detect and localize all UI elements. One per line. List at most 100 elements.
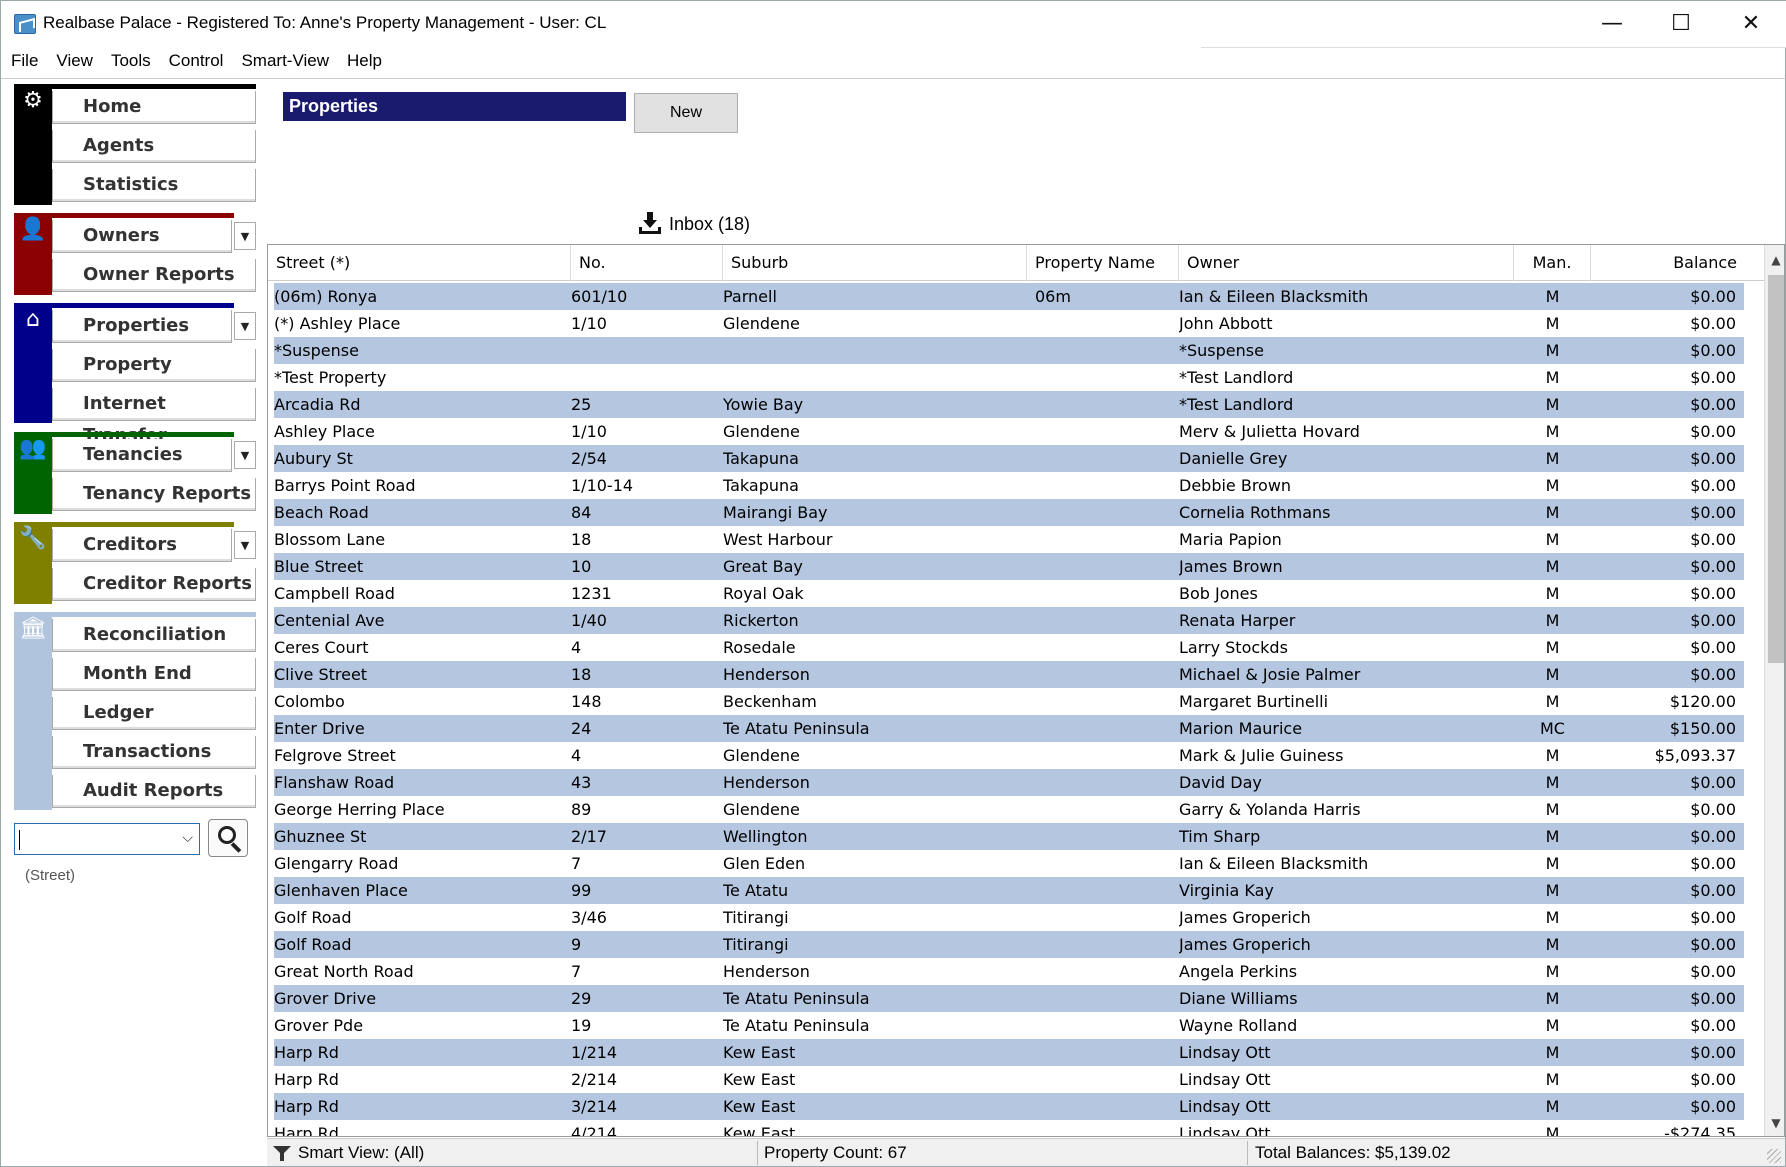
table-row[interactable]: Felgrove Street 4 Glendene Mark & Julie Gui…	[274, 742, 1744, 769]
menu-help[interactable]: Help	[339, 49, 390, 73]
inbox-link[interactable]: Inbox (18)	[639, 212, 750, 235]
column-header-owner[interactable]: Owner	[1179, 245, 1514, 281]
table-row[interactable]: Harp Rd 2/214 Kew East Lindsay Ott M $0.00	[274, 1066, 1744, 1093]
sidebar-item-property-reports[interactable]: Property Reports	[52, 349, 256, 407]
scroll-up-icon[interactable]: ▲	[1765, 249, 1784, 271]
table-row[interactable]: Ghuznee St 2/17 Wellington Tim Sharp M $0.00	[274, 823, 1744, 850]
sidebar-item-internet-transfer[interactable]: Internet Transfer	[52, 388, 256, 446]
cell-balance: $5,093.37	[1654, 746, 1736, 765]
table-row[interactable]: (06m) Ronya 601/10 Parnell 06m Ian & Eileen …	[274, 283, 1744, 310]
sidebar-item-reconciliation[interactable]: Reconciliation	[52, 619, 256, 652]
table-row[interactable]: Ceres Court 4 Rosedale Larry Stockds M $0.00	[274, 634, 1744, 661]
sidebar-item-creditor-reports[interactable]: Creditor Reports	[52, 568, 256, 601]
table-row[interactable]: Harp Rd 1/214 Kew East Lindsay Ott M $0.00	[274, 1039, 1744, 1066]
cell-suburb: Kew East	[723, 1124, 796, 1137]
scroll-down-icon[interactable]: ▼	[1765, 1112, 1784, 1134]
table-row[interactable]: Golf Road 9 Titirangi James Groperich M $0.00	[274, 931, 1744, 958]
new-button[interactable]: New	[634, 93, 738, 133]
column-header-suburb[interactable]: Suburb	[723, 245, 1027, 281]
cell-owner: *Test Landlord	[1179, 395, 1294, 414]
vertical-scrollbar[interactable]: ▲ ▼	[1764, 245, 1784, 1136]
table-row[interactable]: Glenhaven Place 99 Te Atatu Virginia Kay M $0…	[274, 877, 1744, 904]
table-row[interactable]: Centenial Ave 1/40 Rickerton Renata Harper M…	[274, 607, 1744, 634]
sidebar-item-agents[interactable]: Agents	[52, 130, 256, 163]
tenancies-dropdown-button[interactable]: ▼	[234, 441, 256, 469]
close-button[interactable]: ✕	[1726, 9, 1776, 39]
table-row[interactable]: George Herring Place 89 Glendene Garry & Yo…	[274, 796, 1744, 823]
bank-icon: 🏛	[19, 616, 47, 641]
scrollbar-thumb[interactable]	[1768, 275, 1784, 663]
table-row[interactable]: *Test Property *Test Landlord M $0.00	[274, 364, 1744, 391]
table-row[interactable]: Harp Rd 4/214 Kew East Lindsay Ott M -$274.35	[274, 1120, 1744, 1137]
maximize-button[interactable]: ☐	[1656, 9, 1706, 39]
sidebar-group-owners: 👤 Owners ▼ Owner Reports	[14, 213, 256, 295]
table-row[interactable]: *Suspense *Suspense M $0.00	[274, 337, 1744, 364]
table-row[interactable]: Enter Drive 24 Te Atatu Peninsula Marion Ma…	[274, 715, 1744, 742]
column-header-number[interactable]: No.	[571, 245, 723, 281]
sidebar-item-statistics[interactable]: Statistics	[52, 169, 256, 202]
sidebar-item-transactions[interactable]: Transactions	[52, 736, 256, 769]
table-row[interactable]: Beach Road 84 Mairangi Bay Cornelia Rothman…	[274, 499, 1744, 526]
table-row[interactable]: Flanshaw Road 43 Henderson David Day M $0.00	[274, 769, 1744, 796]
properties-dropdown-button[interactable]: ▼	[234, 312, 256, 340]
menu-file[interactable]: File	[3, 49, 46, 73]
table-row[interactable]: Barrys Point Road 1/10-14 Takapuna Debbie B…	[274, 472, 1744, 499]
resize-grip[interactable]	[1767, 1149, 1781, 1163]
sidebar-item-ledger[interactable]: Ledger	[52, 697, 256, 730]
sidebar-item-tenancy-reports[interactable]: Tenancy Reports	[52, 478, 256, 511]
table-row[interactable]: Clive Street 18 Henderson Michael & Josie P…	[274, 661, 1744, 688]
table-row[interactable]: Harp Rd 3/214 Kew East Lindsay Ott M $0.00	[274, 1093, 1744, 1120]
table-row[interactable]: Great North Road 7 Henderson Angela Perkins…	[274, 958, 1744, 985]
cell-owner: Mark & Julie Guiness	[1179, 746, 1344, 765]
table-row[interactable]: Ashley Place 1/10 Glendene Merv & Julietta …	[274, 418, 1744, 445]
cell-owner: Virginia Kay	[1179, 881, 1274, 900]
cell-owner: Garry & Yolanda Harris	[1179, 800, 1361, 819]
cell-owner: James Groperich	[1179, 908, 1311, 927]
column-header-managed[interactable]: Man.	[1514, 245, 1591, 281]
cell-number: 3/46	[571, 908, 607, 927]
cell-suburb: Parnell	[723, 287, 777, 306]
creditors-dropdown-button[interactable]: ▼	[234, 531, 256, 559]
sidebar-item-creditors[interactable]: Creditors	[52, 529, 232, 562]
table-row[interactable]: Colombo 148 Beckenham Margaret Burtinelli M $…	[274, 688, 1744, 715]
table-row[interactable]: Blossom Lane 18 West Harbour Maria Papion M $…	[274, 526, 1744, 553]
sidebar-item-month-end[interactable]: Month End	[52, 658, 256, 691]
cell-number: 84	[571, 503, 592, 522]
table-row[interactable]: Aubury St 2/54 Takapuna Danielle Grey M $0.00	[274, 445, 1744, 472]
table-row[interactable]: Campbell Road 1231 Royal Oak Bob Jones M $0.0…	[274, 580, 1744, 607]
table-row[interactable]: Grover Pde 19 Te Atatu Peninsula Wayne Roll…	[274, 1012, 1744, 1039]
column-header-balance[interactable]: Balance	[1591, 245, 1749, 281]
sidebar-item-tenancies[interactable]: Tenancies	[52, 439, 232, 472]
table-row[interactable]: (*) Ashley Place 1/10 Glendene John Abbott M…	[274, 310, 1744, 337]
cell-suburb: Te Atatu	[723, 881, 789, 900]
search-input[interactable]: ⌵	[14, 823, 200, 855]
menu-tools[interactable]: Tools	[103, 49, 159, 73]
chevron-down-icon[interactable]: ⌵	[182, 830, 193, 846]
column-header-street[interactable]: Street (*)	[268, 245, 571, 281]
table-row[interactable]: Blue Street 10 Great Bay James Brown M $0.00	[274, 553, 1744, 580]
sidebar-item-home[interactable]: Home	[52, 91, 256, 124]
smart-view-status[interactable]: Smart View: (All)	[298, 1139, 424, 1167]
menu-control[interactable]: Control	[161, 49, 232, 73]
sidebar-item-owner-reports[interactable]: Owner Reports	[52, 259, 256, 292]
search-button[interactable]	[208, 819, 248, 857]
cell-number: 24	[571, 719, 592, 738]
sidebar-item-properties[interactable]: Properties	[52, 310, 232, 343]
menu-view[interactable]: View	[48, 49, 101, 73]
download-icon	[639, 212, 661, 234]
cell-suburb	[723, 337, 1023, 364]
cell-number	[571, 364, 711, 391]
table-row[interactable]: Grover Drive 29 Te Atatu Peninsula Diane Wi…	[274, 985, 1744, 1012]
table-row[interactable]: Arcadia Rd 25 Yowie Bay *Test Landlord M $0.0…	[274, 391, 1744, 418]
cell-street: (06m) Ronya	[274, 287, 378, 306]
owners-dropdown-button[interactable]: ▼	[234, 222, 256, 250]
table-row[interactable]: Golf Road 3/46 Titirangi James Groperich M $0…	[274, 904, 1744, 931]
sidebar-item-owners[interactable]: Owners	[52, 220, 232, 253]
minimize-button[interactable]: —	[1587, 9, 1637, 39]
cell-street: Flanshaw Road	[274, 773, 395, 792]
column-header-property-name[interactable]: Property Name	[1027, 245, 1179, 281]
sidebar-item-audit-reports[interactable]: Audit Reports	[52, 775, 256, 808]
cell-street: *Suspense	[274, 341, 359, 360]
menu-smart-view[interactable]: Smart-View	[233, 49, 337, 73]
table-row[interactable]: Glengarry Road 7 Glen Eden Ian & Eileen Bla…	[274, 850, 1744, 877]
